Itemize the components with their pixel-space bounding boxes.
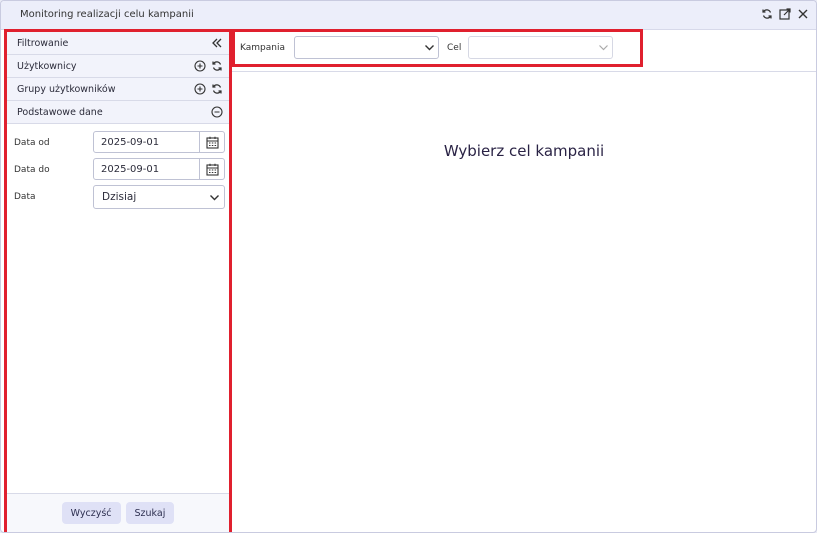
- refresh-icon[interactable]: [211, 83, 223, 95]
- date-from-row: Data od 2025-09-01: [7, 130, 229, 157]
- campaign-label: Kampania: [240, 43, 285, 53]
- goal-label: Cel: [447, 43, 462, 53]
- section-label: Grupy użytkowników: [17, 83, 116, 95]
- date-preset-label: Data: [14, 192, 36, 202]
- date-preset-select[interactable]: Dzisiaj: [93, 185, 225, 209]
- app-window: Monitoring realizacji celu kampanii Filt…: [0, 0, 817, 533]
- chevron-down-icon: [420, 42, 438, 53]
- date-to-row: Data do 2025-09-01: [7, 157, 229, 184]
- section-label: Użytkownicy: [17, 60, 77, 72]
- search-button[interactable]: Szukaj: [125, 502, 175, 524]
- date-preset-row: Data Dzisiaj: [7, 184, 229, 211]
- section-uzytkownicy[interactable]: Użytkownicy: [7, 55, 229, 78]
- add-circle-icon[interactable]: [194, 83, 206, 95]
- campaign-select[interactable]: [294, 36, 439, 59]
- date-preset-value: Dzisiaj: [102, 191, 137, 203]
- section-filtrowanie[interactable]: Filtrowanie: [7, 32, 229, 55]
- popout-icon[interactable]: [778, 7, 792, 21]
- refresh-icon[interactable]: [760, 7, 774, 21]
- title-bar: Monitoring realizacji celu kampanii: [1, 1, 816, 30]
- close-icon[interactable]: [796, 7, 810, 21]
- campaign-filter-bar: Kampania Cel: [232, 29, 643, 67]
- window-controls: [760, 7, 810, 21]
- section-podstawowe-dane[interactable]: Podstawowe dane: [7, 101, 229, 124]
- date-to-field[interactable]: 2025-09-01: [93, 158, 225, 180]
- chevron-down-icon: [204, 192, 224, 203]
- calendar-icon[interactable]: [199, 132, 224, 152]
- date-to-value[interactable]: 2025-09-01: [94, 164, 199, 175]
- refresh-icon[interactable]: [211, 60, 223, 72]
- clear-button[interactable]: Wyczyść: [61, 502, 121, 524]
- collapse-double-chevron-icon[interactable]: [211, 37, 223, 49]
- add-circle-icon[interactable]: [194, 60, 206, 72]
- chevron-down-icon: [594, 42, 612, 53]
- toolbar-divider: [232, 71, 816, 72]
- date-from-label: Data od: [14, 138, 50, 148]
- section-grupy-uzytkownikow[interactable]: Grupy użytkowników: [7, 78, 229, 101]
- basic-data-form: Data od 2025-09-01 Data do 2025-09-01 Da…: [7, 124, 229, 211]
- section-label: Podstawowe dane: [17, 106, 103, 118]
- calendar-icon[interactable]: [199, 159, 224, 179]
- date-from-value[interactable]: 2025-09-01: [94, 137, 199, 148]
- filter-footer: Wyczyść Szukaj: [7, 493, 229, 532]
- minus-circle-icon[interactable]: [211, 106, 223, 118]
- goal-select[interactable]: [468, 36, 613, 59]
- filter-panel: Filtrowanie Użytkownicy Grupy użytkownik…: [4, 29, 232, 532]
- window-title: Monitoring realizacji celu kampanii: [20, 9, 194, 20]
- date-from-field[interactable]: 2025-09-01: [93, 131, 225, 153]
- section-label: Filtrowanie: [17, 37, 69, 49]
- empty-state-message: Wybierz cel kampanii: [443, 142, 605, 160]
- date-to-label: Data do: [14, 165, 50, 175]
